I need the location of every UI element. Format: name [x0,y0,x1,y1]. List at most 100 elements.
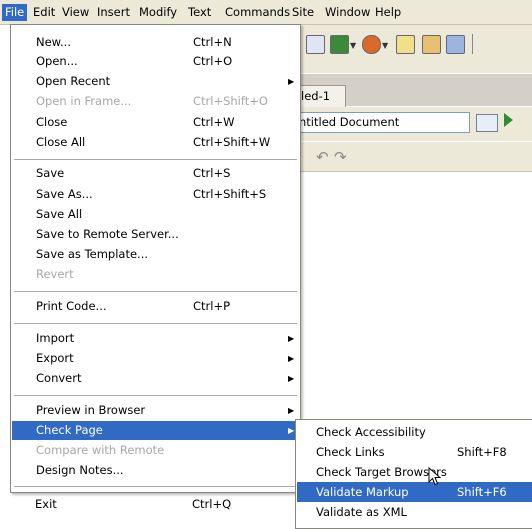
menu-site[interactable]: Site [289,4,317,21]
menu-item-label: Open in Frame... [36,94,132,108]
menu-item-open[interactable]: Open... Ctrl+O [12,52,299,71]
submenu-item-validate-as-xml[interactable]: Validate as XML [297,502,532,522]
tab-untitled-document[interactable]: led-1 [296,85,346,107]
menu-commands[interactable]: Commands [222,4,293,21]
toolbar-divider [472,34,473,54]
submenu-arrow-icon: ▶ [288,406,295,415]
menu-item-check-page[interactable]: Check Page ▶ [12,421,299,440]
menu-item-shortcut: Ctrl+N [193,35,232,49]
menu-item-close-all[interactable]: Close All Ctrl+Shift+W [12,133,299,152]
menu-item-label: Open Recent [36,74,111,88]
menu-item-label: Validate Markup [316,485,409,499]
menu-item-save-as-template[interactable]: Save as Template... [12,245,299,264]
menu-separator [14,291,297,292]
menu-item-shortcut: Ctrl+W [193,115,235,129]
menu-separator [14,486,297,487]
file-management-icon[interactable] [476,114,498,132]
menu-item-label: Close [36,115,68,129]
menu-file[interactable]: File [2,4,28,21]
menu-item-label: Close All [36,135,86,149]
menu-item-label: Save to Remote Server... [36,227,179,241]
menu-item-label: New... [36,35,71,49]
submenu-item-check-links[interactable]: Check Links Shift+F8 [297,442,532,462]
menu-item-label: Check Links [316,445,385,459]
menu-bar: File Edit View Insert Modify Text Comman… [0,0,532,25]
file-menu: New... Ctrl+N Open... Ctrl+O Open Recent… [10,24,301,493]
media-icon[interactable] [362,35,381,54]
menu-item-label: Exit [35,497,57,511]
menu-item-shortcut: Ctrl+Shift+W [193,135,271,149]
menu-item-label: Export [36,351,74,365]
menu-item-save-to-remote-server[interactable]: Save to Remote Server... [12,225,299,244]
submenu-item-validate-markup[interactable]: Validate Markup Shift+F6 [297,482,532,502]
menu-item-label: Revert [36,267,74,281]
date-icon[interactable] [396,35,415,54]
mouse-cursor-icon [428,467,442,486]
redo-icon[interactable]: ↷ [334,148,347,166]
menu-item-export[interactable]: Export ▶ [12,349,299,368]
media-dropdown-icon[interactable]: ▼ [382,41,388,50]
submenu-item-check-accessibility[interactable]: Check Accessibility [297,422,532,442]
menu-item-label: Design Notes... [36,463,124,477]
submenu-arrow-icon: ▶ [288,426,295,435]
submenu-arrow-icon: ▶ [288,77,295,86]
menu-item-label: Save as Template... [36,247,149,261]
comment-icon[interactable] [422,35,441,54]
menu-item-shortcut: Ctrl+Shift+O [193,94,268,108]
menu-item-save-all[interactable]: Save All [12,205,299,224]
menu-item-save[interactable]: Save Ctrl+S [12,164,299,183]
menu-item-print-code[interactable]: Print Code... Ctrl+P [12,297,299,316]
menu-item-exit[interactable]: Exit Ctrl+Q [11,495,298,514]
menu-item-shortcut: Ctrl+O [193,54,233,68]
menu-item-shortcut: Ctrl+P [193,299,231,313]
check-page-submenu: Check Accessibility Check Links Shift+F8… [295,419,532,529]
menu-separator [14,323,297,324]
menu-item-label: Compare with Remote [36,443,165,457]
undo-icon[interactable]: ↶ [316,148,329,166]
menu-edit[interactable]: Edit [30,4,58,21]
image-icon[interactable] [330,35,349,54]
menu-item-shortcut: Ctrl+Shift+S [193,187,267,201]
menu-item-open-in-frame: Open in Frame... Ctrl+Shift+O [12,92,299,111]
template-icon[interactable] [446,35,465,54]
menu-separator [14,159,297,160]
menu-item-shortcut: Ctrl+S [193,166,231,180]
preview-icon[interactable] [504,113,513,127]
submenu-item-check-target-browsers[interactable]: Check Target Browsers [297,462,532,482]
menu-view[interactable]: View [59,4,92,21]
menu-item-new[interactable]: New... Ctrl+N [12,33,299,52]
menu-item-shortcut: Ctrl+Q [192,497,232,511]
menu-window[interactable]: Window [322,4,373,21]
menu-item-shortcut: Shift+F6 [457,485,507,499]
submenu-arrow-icon: ▶ [288,374,295,383]
menu-item-import[interactable]: Import ▶ [12,329,299,348]
table-icon[interactable] [306,35,325,54]
menu-item-label: Print Code... [36,299,107,313]
menu-item-label: Import [36,331,75,345]
standard-toolbar [296,142,532,172]
menu-modify[interactable]: Modify [136,4,180,21]
image-dropdown-icon[interactable]: ▼ [350,41,356,50]
menu-item-label: Save As... [36,187,93,201]
menu-item-shortcut: Shift+F8 [457,445,507,459]
menu-help[interactable]: Help [372,4,404,21]
menu-item-close[interactable]: Close Ctrl+W [12,113,299,132]
menu-item-label: Save All [36,207,83,221]
submenu-arrow-icon: ▶ [288,334,295,343]
menu-item-convert[interactable]: Convert ▶ [12,369,299,388]
menu-item-label: Convert [36,371,82,385]
menu-item-label: Check Page [36,423,103,437]
menu-insert[interactable]: Insert [94,4,133,21]
menu-item-label: Save [36,166,65,180]
menu-item-design-notes[interactable]: Design Notes... [12,461,299,480]
menu-item-revert: Revert [12,265,299,284]
document-title-field[interactable]: ntitled Document [296,112,470,133]
menu-item-save-as[interactable]: Save As... Ctrl+Shift+S [12,185,299,204]
menu-item-open-recent[interactable]: Open Recent ▶ [12,72,299,91]
menu-separator [14,395,297,396]
menu-text[interactable]: Text [185,4,214,21]
menu-item-compare-with-remote: Compare with Remote [12,441,299,460]
menu-item-label: Open... [36,54,78,68]
menu-item-preview-in-browser[interactable]: Preview in Browser ▶ [12,401,299,420]
menu-item-label: Preview in Browser [36,403,146,417]
